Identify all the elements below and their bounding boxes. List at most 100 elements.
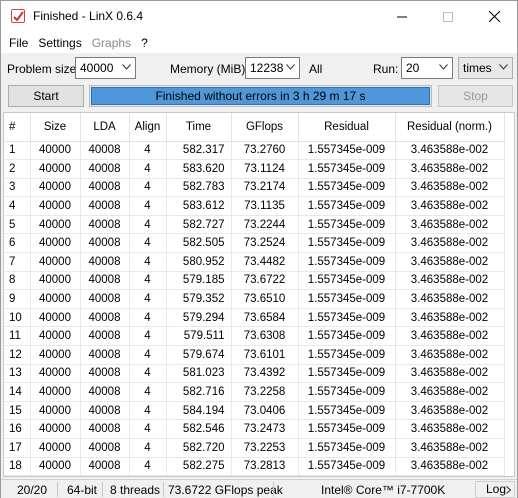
table-row[interactable]: 3 40000 40008 4 582.783 73.2174 1.557345e-009 3…	[4, 178, 505, 198]
table-cell: 40008	[80, 215, 130, 235]
table-cell: 4	[129, 401, 167, 421]
menu-help[interactable]: ?	[136, 36, 153, 50]
table-cell: 5	[4, 215, 31, 235]
column-header[interactable]: Align	[129, 113, 167, 142]
table-row[interactable]: 11 40000 40008 4 579.511 73.6308 1.557345e-009…	[4, 326, 505, 347]
table-row[interactable]: 13 40000 40008 4 581.023 73.4392 1.557345e-009…	[4, 364, 505, 384]
table-cell: 40000	[30, 308, 81, 328]
table-row[interactable]: 18 40000 40008 4 582.275 73.2813 1.557345e-009…	[4, 457, 505, 476]
memory-select[interactable]: 12238	[245, 57, 300, 79]
table-row[interactable]: 6 40000 40008 4 582.505 73.2524 1.557345e-009 3…	[4, 233, 505, 254]
table-row[interactable]: 1940000400084581.13373.42531.557345e-009…	[4, 475, 505, 476]
run-unit-value: times	[463, 61, 492, 75]
column-header[interactable]: Size	[30, 113, 81, 142]
table-cell: 3.463588e-002	[395, 382, 505, 402]
table-row[interactable]: 2 40000 40008 4 583.620 73.1124 1.557345e-009 3…	[4, 159, 505, 179]
linx-app-icon	[11, 9, 25, 23]
problem-size-select[interactable]: 40000	[75, 57, 136, 79]
table-cell: 583.620	[166, 159, 232, 179]
table-cell: 40000	[30, 419, 81, 439]
table-cell: 40000	[30, 401, 81, 421]
table-cell: 1.557345e-009	[298, 196, 396, 216]
memory-all-button[interactable]: All	[309, 62, 322, 76]
table-row[interactable]: 14 40000 40008 4 582.716 73.2258 1.557345e-009…	[4, 382, 505, 402]
table-cell: 580.952	[166, 252, 232, 272]
table-cell: 1.557345e-009	[298, 326, 396, 347]
table-cell: 4	[129, 233, 167, 254]
column-header[interactable]: Residual	[298, 113, 396, 142]
table-cell: 40008	[80, 419, 130, 439]
table-cell: 1.557345e-009	[298, 475, 396, 476]
table-row[interactable]: 15 40000 40008 4 584.194 73.0406 1.557345e-009…	[4, 401, 505, 421]
peak-gflops-label: 73.6722 GFlops peak	[168, 483, 283, 497]
table-cell: 579.674	[166, 345, 232, 365]
table-row[interactable]: 17 40000 40008 4 582.720 73.2253 1.557345e-009…	[4, 438, 505, 458]
table-cell: 73.2760	[231, 141, 299, 161]
table-cell: 40000	[30, 364, 81, 384]
table-row[interactable]: 16 40000 40008 4 582.546 73.2473 1.557345e-009…	[4, 419, 505, 439]
table-cell: 582.720	[166, 438, 232, 458]
minimize-button[interactable]	[379, 1, 425, 32]
table-cell: 1.557345e-009	[298, 233, 396, 254]
table-row[interactable]: 12 40000 40008 4 579.674 73.6101 1.557345e-009…	[4, 345, 505, 365]
results-table-container[interactable]: # Size LDA Align Time GFlops Residual Re…	[3, 112, 515, 477]
table-row[interactable]: 5 40000 40008 4 582.727 73.2244 1.557345e-009 3…	[4, 215, 505, 235]
table-cell: 1.557345e-009	[298, 252, 396, 272]
table-cell: 1.557345e-009	[298, 159, 396, 179]
column-header[interactable]: LDA	[80, 113, 130, 142]
table-row[interactable]: 8 40000 40008 4 579.185 73.6722 1.557345e-009 3…	[4, 271, 505, 291]
results-table: # Size LDA Align Time GFlops Residual Re…	[4, 113, 505, 476]
table-cell: 1.557345e-009	[298, 178, 396, 198]
table-cell: 40008	[80, 382, 130, 402]
table-cell: 40000	[30, 141, 81, 161]
table-row[interactable]: 4 40000 40008 4 583.612 73.1135 1.557345e-009 3…	[4, 196, 505, 216]
table-row[interactable]: 1 40000 40008 4 582.317 73.2760 1.557345e-009 3…	[4, 141, 505, 161]
table-cell: 1.557345e-009	[298, 382, 396, 402]
stop-button[interactable]: Stop	[438, 85, 513, 107]
table-cell: 4	[129, 326, 167, 347]
run-unit-select[interactable]: times	[458, 57, 513, 79]
table-cell: 581.023	[166, 364, 232, 384]
table-cell: 73.4392	[231, 364, 299, 384]
column-header[interactable]: Residual (norm.)	[395, 113, 505, 142]
table-row[interactable]: 7 40000 40008 4 580.952 73.4482 1.557345e-009 3…	[4, 252, 505, 272]
table-row[interactable]: 9 40000 40008 4 579.352 73.6510 1.557345e-009 3…	[4, 289, 505, 309]
table-cell: 73.2524	[231, 233, 299, 254]
table-cell: 1.557345e-009	[298, 345, 396, 365]
table-header-row: # Size LDA Align Time GFlops Residual Re…	[4, 113, 505, 142]
column-header[interactable]: #	[4, 113, 31, 142]
menu-settings[interactable]: Settings	[33, 36, 86, 50]
table-cell: 40008	[80, 457, 130, 476]
table-cell: 3.463588e-002	[395, 271, 505, 291]
column-header[interactable]: Time	[166, 113, 232, 142]
table-cell: 7	[4, 252, 31, 272]
close-button[interactable]	[471, 1, 517, 32]
table-cell: 4	[129, 419, 167, 439]
table-cell: 3.463588e-002	[395, 438, 505, 458]
status-divider	[163, 482, 164, 497]
run-count-select[interactable]: 20	[401, 57, 453, 79]
column-header[interactable]: GFlops	[231, 113, 299, 142]
table-cell: 17	[4, 438, 31, 458]
table-cell: 73.4253	[231, 475, 299, 476]
run-label: Run:	[373, 62, 399, 76]
menu-graphs[interactable]: Graphs	[87, 36, 136, 50]
table-cell: 8	[4, 271, 31, 291]
table-cell: 3.463588e-002	[395, 233, 505, 254]
table-cell: 15	[4, 401, 31, 421]
table-cell: 73.2813	[231, 457, 299, 476]
table-cell: 1.557345e-009	[298, 271, 396, 291]
table-cell: 73.6510	[231, 289, 299, 309]
menu-file[interactable]: File	[4, 36, 33, 50]
table-cell: 40008	[80, 326, 130, 347]
memory-label: Memory (MiB):	[170, 62, 249, 76]
log-button-label: Log	[486, 482, 507, 496]
table-cell: 18	[4, 457, 31, 476]
table-cell: 6	[4, 233, 31, 254]
log-button[interactable]: Log	[475, 481, 515, 498]
table-cell: 4	[129, 364, 167, 384]
table-cell: 40008	[80, 271, 130, 291]
table-cell: 40008	[80, 289, 130, 309]
start-button[interactable]: Start	[8, 85, 84, 107]
table-row[interactable]: 10 40000 40008 4 579.294 73.6584 1.557345e-009…	[4, 308, 505, 328]
